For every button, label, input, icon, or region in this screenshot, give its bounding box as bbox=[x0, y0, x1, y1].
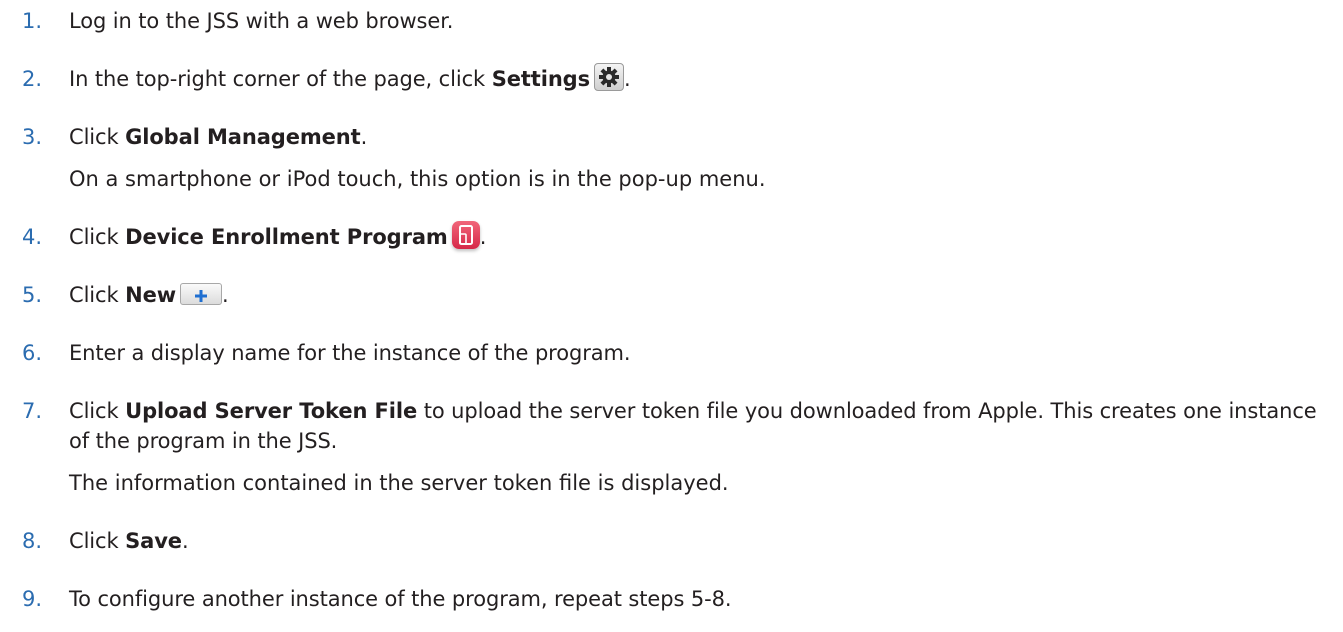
gear-icon bbox=[594, 63, 625, 91]
device-enrollment-program-label: Device Enrollment Program bbox=[125, 225, 448, 249]
step-text: Click Device Enrollment Program. bbox=[69, 221, 1331, 252]
global-management-label: Global Management bbox=[125, 125, 361, 149]
step-text-post: . bbox=[222, 283, 229, 307]
step-text: Click Save. bbox=[69, 526, 1331, 556]
save-label: Save bbox=[125, 529, 182, 553]
upload-server-token-file-label: Upload Server Token File bbox=[125, 399, 418, 423]
step-number: 4. bbox=[22, 225, 43, 249]
step-text-pre: Click bbox=[69, 399, 126, 423]
step-text: Enter a display name for the instance of… bbox=[69, 341, 631, 365]
new-label: New bbox=[125, 283, 177, 307]
step-number: 5. bbox=[22, 283, 43, 307]
step-number: 2. bbox=[22, 67, 43, 91]
device-enrollment-icon bbox=[451, 221, 480, 249]
step-number: 1. bbox=[22, 9, 43, 33]
step-number: 8. bbox=[22, 529, 43, 553]
step-number: 6. bbox=[22, 341, 43, 365]
step-text: To configure another instance of the pro… bbox=[69, 587, 732, 611]
step-number: 7. bbox=[22, 399, 43, 423]
step-number: 9. bbox=[22, 587, 43, 611]
step-text-pre: In the top-right corner of the page, cli… bbox=[69, 67, 492, 91]
plus-icon bbox=[180, 283, 223, 305]
step-text-pre: Click bbox=[69, 225, 126, 249]
step-text-post: . bbox=[360, 125, 368, 149]
step-text-post: . bbox=[624, 67, 631, 91]
step-note: On a smartphone or iPod touch, this opti… bbox=[69, 167, 766, 191]
step-text-pre: Click bbox=[69, 125, 126, 149]
step-text: Log in to the JSS with a web browser. bbox=[69, 9, 454, 33]
step-text-pre: Click bbox=[69, 529, 126, 553]
step-text: In the top-right corner of the page, cli… bbox=[69, 63, 1331, 94]
step-note: The information contained in the server … bbox=[69, 471, 729, 495]
step-text-post: . bbox=[479, 225, 487, 249]
step-text: Click New. bbox=[69, 280, 1331, 310]
step-text: Click Global Management. bbox=[69, 122, 1331, 152]
step-text-pre: Click bbox=[69, 283, 126, 307]
settings-label: Settings bbox=[491, 67, 591, 91]
step-number: 3. bbox=[22, 125, 43, 149]
step-text-post: . bbox=[181, 529, 189, 553]
step-text: Click Upload Server Token File to upload… bbox=[69, 396, 1331, 456]
